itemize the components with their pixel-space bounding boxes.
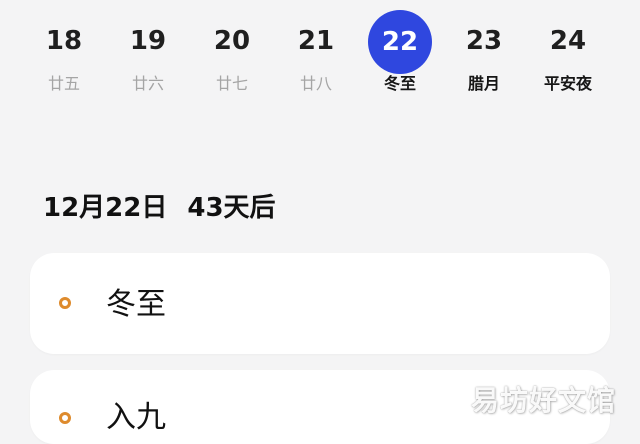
lunar-label: 廿八 xyxy=(299,74,332,93)
lunar-label: 廿六 xyxy=(131,74,164,93)
festival-label: 腊月 xyxy=(467,74,500,93)
festival-label: 冬至 xyxy=(383,74,416,93)
day-number: 20 xyxy=(213,26,251,56)
watermark: 易坊好文馆 xyxy=(470,384,616,417)
hollow-circle-icon xyxy=(59,412,71,424)
day-number: 18 xyxy=(45,26,83,56)
selected-date-text: 12月22日 xyxy=(43,193,168,223)
event-title: 入九 xyxy=(106,400,166,435)
festival-label: 平安夜 xyxy=(543,74,592,93)
date-summary: 12月22日 43天后 xyxy=(43,188,276,228)
event-card[interactable]: 冬至 xyxy=(30,253,610,354)
day-19[interactable]: 19 廿六 xyxy=(108,8,188,108)
day-24[interactable]: 24 平安夜 xyxy=(528,8,608,108)
event-title: 冬至 xyxy=(106,287,166,322)
day-number: 24 xyxy=(549,26,587,56)
day-22[interactable]: 22 冬至 xyxy=(360,8,440,108)
day-number: 23 xyxy=(465,26,503,56)
week-strip: 18 廿五 19 廿六 20 廿七 21 廿八 22 冬至 23 腊月 24 平… xyxy=(24,8,616,108)
lunar-label: 廿五 xyxy=(47,74,80,93)
day-number: 19 xyxy=(129,26,167,56)
day-number: 21 xyxy=(297,26,335,56)
day-23[interactable]: 23 腊月 xyxy=(444,8,524,108)
day-20[interactable]: 20 廿七 xyxy=(192,8,272,108)
day-18[interactable]: 18 廿五 xyxy=(24,8,104,108)
countdown-text: 43天后 xyxy=(187,193,276,223)
lunar-label: 廿七 xyxy=(215,74,248,93)
hollow-circle-icon xyxy=(59,297,71,309)
selected-day-bubble: 22 xyxy=(368,10,432,74)
day-21[interactable]: 21 廿八 xyxy=(276,8,356,108)
